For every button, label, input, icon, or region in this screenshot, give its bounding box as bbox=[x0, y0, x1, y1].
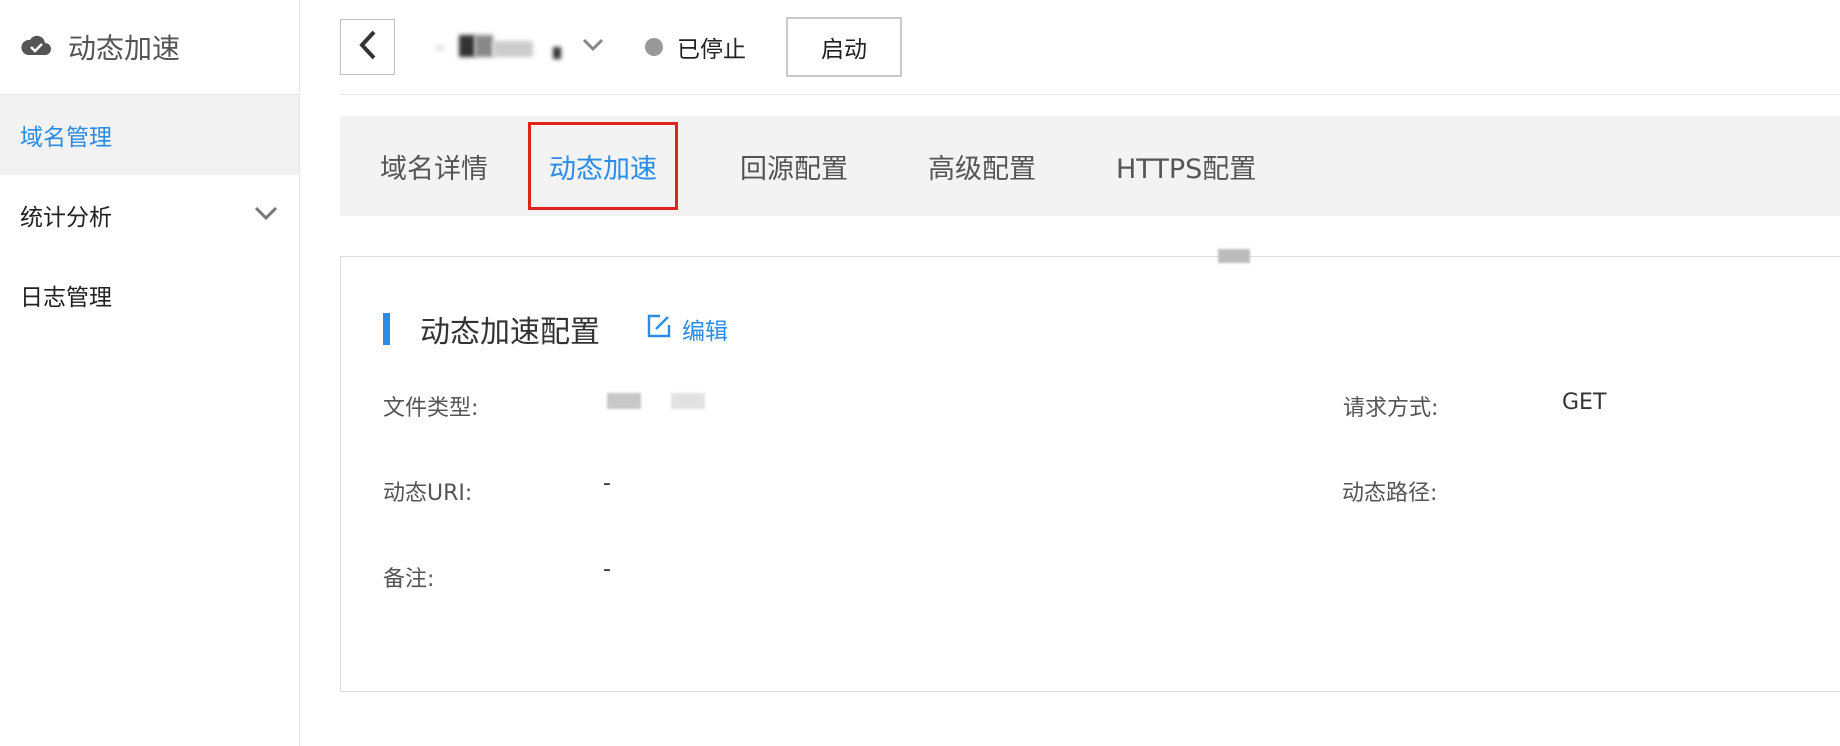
edit-label: 编辑 bbox=[682, 319, 728, 345]
request-method-value: GET bbox=[1562, 390, 1607, 415]
sidebar-item-domain-management[interactable]: 域名管理 bbox=[0, 95, 299, 175]
dynamic-path-value-masked bbox=[1218, 249, 1250, 263]
tab-origin-config[interactable]: 回源配置 bbox=[700, 122, 888, 210]
tab-advanced-config[interactable]: 高级配置 bbox=[888, 122, 1076, 210]
tab-https-config[interactable]: HTTPS配置 bbox=[1076, 122, 1296, 210]
sidebar-item-label: 域名管理 bbox=[20, 125, 112, 151]
sidebar-item-statistics[interactable]: 统计分析 bbox=[0, 175, 299, 255]
config-card: 动态加速配置 编辑 文件类型: 请求方式: GET 动态URI: - 动态路径:… bbox=[340, 249, 1840, 692]
domain-name-masked bbox=[437, 33, 567, 61]
dynamic-uri-value: - bbox=[603, 471, 611, 496]
tab-dynamic-acceleration[interactable]: 动态加速 bbox=[528, 122, 678, 210]
back-button[interactable] bbox=[340, 19, 395, 75]
sidebar: 动态加速 域名管理 统计分析 日志管理 bbox=[0, 0, 300, 746]
sidebar-item-log-management[interactable]: 日志管理 bbox=[0, 255, 299, 335]
remark-value: - bbox=[603, 557, 611, 582]
cloud-check-icon bbox=[20, 33, 52, 61]
chevron-left-icon bbox=[357, 29, 379, 65]
edit-button[interactable]: 编辑 bbox=[646, 312, 728, 346]
file-type-label: 文件类型: bbox=[383, 396, 479, 421]
sidebar-header: 动态加速 bbox=[0, 0, 299, 95]
dynamic-uri-label: 动态URI: bbox=[383, 481, 473, 506]
chevron-down-icon bbox=[253, 202, 279, 228]
card-header: 动态加速配置 编辑 bbox=[383, 307, 728, 351]
accent-bar bbox=[383, 313, 390, 345]
card-title: 动态加速配置 bbox=[420, 315, 600, 350]
remark-label: 备注: bbox=[383, 567, 435, 592]
status-text: 已停止 bbox=[677, 37, 746, 63]
file-type-value-masked bbox=[671, 393, 705, 409]
status-dot bbox=[645, 38, 663, 56]
start-button[interactable]: 启动 bbox=[786, 17, 902, 77]
domain-dropdown-chevron-icon[interactable] bbox=[581, 37, 605, 57]
request-method-label: 请求方式: bbox=[1343, 396, 1439, 421]
topbar: 已停止 启动 bbox=[340, 0, 1840, 95]
edit-icon bbox=[646, 313, 672, 345]
dynamic-path-label: 动态路径: bbox=[1342, 481, 1438, 506]
sidebar-title: 动态加速 bbox=[68, 32, 181, 65]
tab-domain-details[interactable]: 域名详情 bbox=[340, 122, 528, 210]
tab-bar: 域名详情 动态加速 回源配置 高级配置 HTTPS配置 bbox=[340, 116, 1840, 216]
sidebar-item-label: 日志管理 bbox=[20, 285, 112, 311]
sidebar-item-label: 统计分析 bbox=[20, 205, 112, 231]
file-type-value-masked bbox=[607, 393, 641, 409]
